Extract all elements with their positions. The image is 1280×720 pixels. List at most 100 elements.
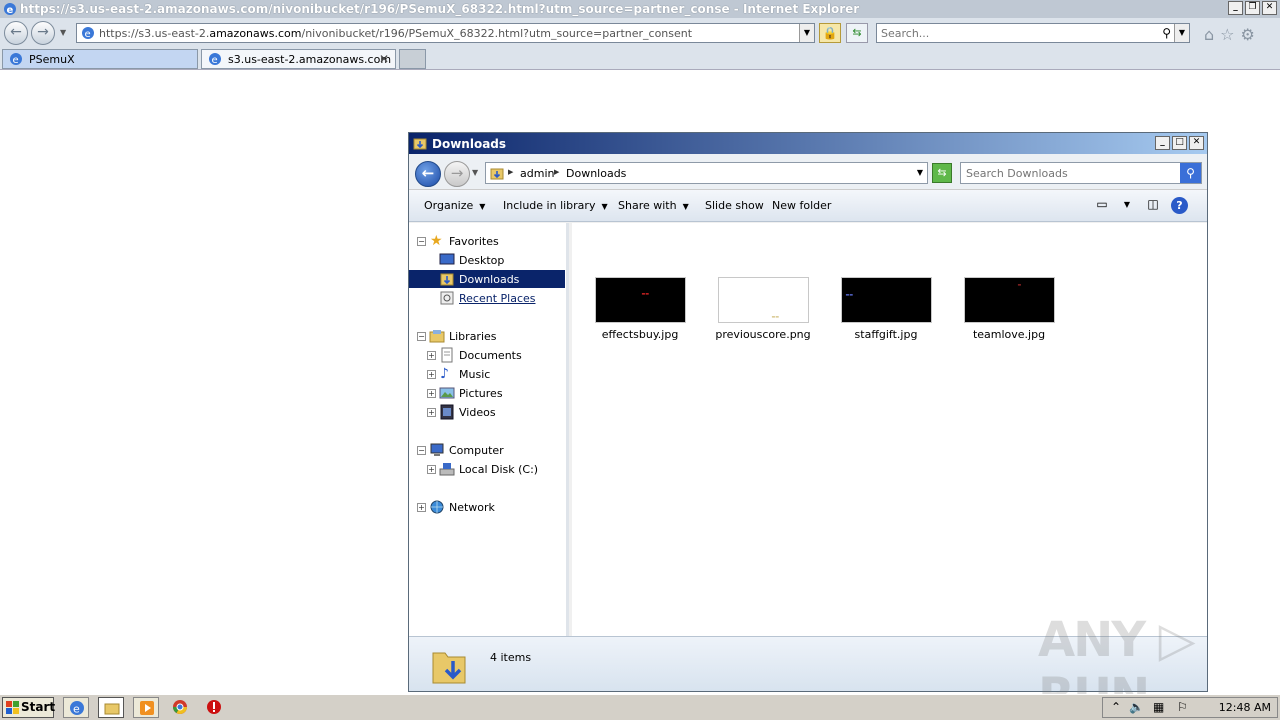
tree-item-network[interactable]: + Network (409, 498, 565, 516)
browser-title-bar: e https://s3.us-east-2.amazonaws.com/niv… (0, 0, 1280, 18)
tab-psemux[interactable]: e PSemuX (2, 49, 198, 69)
navigation-pane: − ★ Favorites Desktop Downloads Recent P… (409, 223, 569, 636)
change-view-icon[interactable]: ▭ (1093, 197, 1111, 213)
file-thumbnail: ▬▬ (717, 277, 809, 323)
browser-tab-bar: e PSemuX e s3.us-east-2.amazonaws.com ✕ (0, 48, 1280, 70)
network-tray-icon[interactable]: ▦ (1153, 700, 1164, 714)
home-icon[interactable]: ⌂ (1204, 25, 1214, 44)
expand-icon[interactable]: + (417, 502, 426, 512)
tree-item-computer[interactable]: − Computer (409, 441, 565, 459)
search-icon[interactable]: ⚲ (1180, 163, 1201, 183)
expand-icon[interactable]: + (427, 369, 436, 379)
address-bar[interactable]: e https://s3.us-east-2.amazonaws.com/niv… (76, 23, 815, 43)
close-button[interactable]: ✕ (1189, 136, 1204, 150)
svg-text:e: e (13, 55, 19, 66)
search-dropdown-icon[interactable]: ▼ (1174, 24, 1189, 42)
tree-item-downloads[interactable]: Downloads (409, 270, 565, 288)
share-with-label: Share with (618, 199, 677, 212)
tree-item-music[interactable]: + ♪ Music (409, 365, 565, 383)
breadcrumb-arrow-icon[interactable]: ▶ (508, 168, 513, 176)
slide-show-button[interactable]: Slide show (705, 199, 764, 212)
tree-label: Music (459, 367, 491, 381)
expand-icon[interactable]: + (427, 464, 436, 474)
address-dropdown-icon[interactable]: ▼ (917, 168, 923, 177)
view-dropdown-icon[interactable]: ▼ (1118, 200, 1136, 216)
organize-button[interactable]: Organize ▼ (424, 199, 485, 212)
tree-item-local-disk[interactable]: + Local Disk (C:) (409, 460, 565, 478)
tree-item-pictures[interactable]: + Pictures (409, 384, 565, 402)
tab-amazonaws[interactable]: e s3.us-east-2.amazonaws.com ✕ (201, 49, 396, 69)
new-tab-button[interactable] (399, 49, 426, 69)
browser-search-box[interactable]: ⚲ ▼ (876, 23, 1190, 43)
preview-pane-icon[interactable]: ◫ (1144, 197, 1162, 213)
minimize-button[interactable]: _ (1155, 136, 1170, 150)
collapse-icon[interactable]: − (417, 331, 426, 341)
downloads-folder-icon (440, 273, 454, 286)
new-folder-button[interactable]: New folder (772, 199, 831, 212)
clock[interactable]: 12:48 AM (1219, 701, 1271, 714)
breadcrumb-arrow-icon[interactable]: ▶ (554, 168, 559, 176)
favorites-star-icon[interactable]: ☆ (1220, 25, 1234, 44)
close-button[interactable]: ✕ (1262, 1, 1277, 15)
back-button[interactable]: ← (415, 161, 441, 187)
refresh-button[interactable]: ⇆ (846, 23, 868, 43)
forward-button[interactable]: → (31, 21, 55, 45)
tree-item-desktop[interactable]: Desktop (409, 251, 565, 269)
taskbar-media-player[interactable] (133, 697, 159, 718)
minimize-button[interactable]: _ (1228, 1, 1243, 15)
show-hidden-icons-icon[interactable]: ⌃ (1111, 700, 1121, 714)
local-disk-icon (439, 463, 455, 476)
browser-nav-bar: ← → ▼ e https://s3.us-east-2.amazonaws.c… (0, 18, 1280, 48)
expand-icon[interactable]: + (427, 388, 436, 398)
include-in-library-button[interactable]: Include in library ▼ (503, 199, 608, 212)
address-url[interactable]: https://s3.us-east-2.amazonaws.com/nivon… (99, 27, 692, 40)
lock-icon[interactable]: 🔒 (819, 23, 841, 43)
file-item-staffgift[interactable]: ▬▬ staffgift.jpg (831, 277, 941, 341)
collapse-icon[interactable]: − (417, 445, 426, 455)
maximize-button[interactable]: □ (1172, 136, 1187, 150)
recent-pages-dropdown-icon[interactable]: ▼ (472, 168, 478, 177)
tree-item-videos[interactable]: + Videos (409, 403, 565, 421)
refresh-button[interactable]: ⇆ (932, 163, 952, 183)
start-button[interactable]: Start (2, 697, 55, 718)
back-arrow-icon: ← (421, 164, 435, 182)
file-item-effectsbuy[interactable]: ▬▬ effectsbuy.jpg (585, 277, 695, 341)
explorer-search-box[interactable]: ⚲ (960, 162, 1202, 184)
file-item-teamlove[interactable]: ▬ teamlove.jpg (954, 277, 1064, 341)
gear-icon[interactable]: ⚙ (1241, 25, 1255, 44)
windows-logo-icon (6, 701, 19, 714)
expand-icon[interactable]: + (427, 350, 436, 360)
address-dropdown-icon[interactable]: ▼ (799, 24, 814, 42)
taskbar-chrome[interactable] (167, 697, 193, 718)
tree-item-documents[interactable]: + Documents (409, 346, 565, 364)
tab-close-icon[interactable]: ✕ (379, 52, 389, 66)
file-item-previouscore[interactable]: ▬▬ previouscore.png (708, 277, 818, 341)
taskbar-internet-explorer[interactable]: e (63, 697, 89, 718)
action-center-flag-icon[interactable]: ⚐ (1177, 700, 1188, 714)
search-icon[interactable]: ⚲ (1162, 26, 1171, 40)
share-with-button[interactable]: Share with ▼ (618, 199, 689, 212)
organize-label: Organize (424, 199, 474, 212)
taskbar-explorer[interactable] (98, 697, 124, 718)
collapse-icon[interactable]: − (417, 236, 426, 246)
breadcrumb-downloads[interactable]: Downloads (566, 167, 626, 180)
explorer-title-bar: Downloads _ □ ✕ (409, 133, 1207, 154)
star-icon: ★ (430, 233, 443, 249)
restore-button[interactable]: ❐ (1245, 1, 1260, 15)
browser-search-input[interactable] (881, 25, 1151, 41)
tree-label: Recent Places (459, 291, 536, 305)
history-dropdown-icon[interactable]: ▼ (60, 28, 66, 37)
help-icon[interactable]: ? (1171, 197, 1188, 214)
back-button[interactable]: ← (4, 21, 28, 45)
taskbar-security-app[interactable] (201, 697, 227, 718)
expand-icon[interactable]: + (427, 407, 436, 417)
volume-icon[interactable]: 🔈 (1129, 700, 1144, 714)
forward-button[interactable]: → (444, 161, 470, 187)
tree-item-libraries[interactable]: − Libraries (409, 327, 565, 345)
tree-item-favorites[interactable]: − ★ Favorites (409, 232, 565, 250)
breadcrumb-admin[interactable]: admin (520, 167, 554, 180)
explorer-search-input[interactable] (966, 164, 1176, 182)
breadcrumb[interactable]: ▶ admin ▶ Downloads ▼ (485, 162, 928, 184)
tree-item-recent-places[interactable]: Recent Places (409, 289, 565, 307)
tree-label: Pictures (459, 386, 503, 400)
